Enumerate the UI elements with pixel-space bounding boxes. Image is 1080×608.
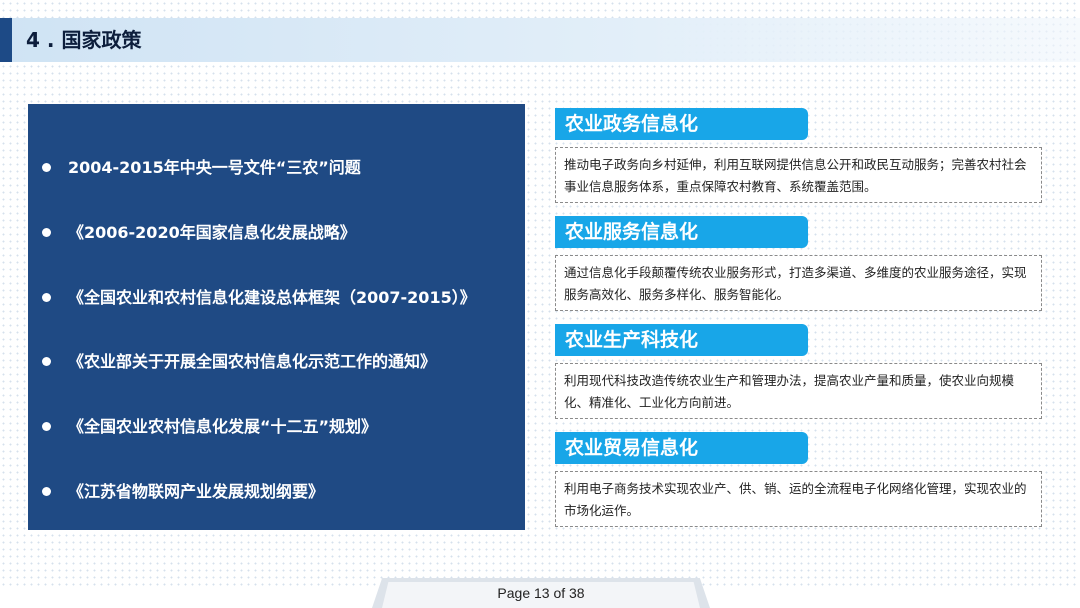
policy-item-label: 《江苏省物联网产业发展规划纲要》 bbox=[68, 482, 325, 501]
bullet-icon bbox=[42, 163, 51, 172]
policy-item-label: 《农业部关于开展全国农村信息化示范工作的通知》 bbox=[68, 352, 437, 371]
policy-item: 《全国农业和农村信息化建设总体框架（2007-2015）》 bbox=[42, 283, 476, 313]
category-label-service: 农业服务信息化 bbox=[555, 216, 808, 248]
category-label-production: 农业生产科技化 bbox=[555, 324, 808, 356]
policy-item: 《2006-2020年国家信息化发展战略》 bbox=[42, 218, 356, 248]
page-title: 4 . 国家政策 bbox=[26, 28, 142, 52]
category-description-government: 推动电子政务向乡村延伸，利用互联网提供信息公开和政民互动服务；完善农村社会事业信… bbox=[555, 147, 1042, 203]
bullet-icon bbox=[42, 357, 51, 366]
policy-item: 2004-2015年中央一号文件“三农”问题 bbox=[42, 153, 361, 183]
bullet-icon bbox=[42, 228, 51, 237]
category-description-production: 利用现代科技改造传统农业生产和管理办法，提高农业产量和质量，使农业向规模化、精准… bbox=[555, 363, 1042, 419]
category-label-trade: 农业贸易信息化 bbox=[555, 432, 808, 464]
page-number: Page 13 of 38 bbox=[497, 585, 585, 601]
header-accent-bar bbox=[0, 18, 12, 62]
policy-list-panel: 2004-2015年中央一号文件“三农”问题 《2006-2020年国家信息化发… bbox=[28, 104, 525, 530]
policy-item-label: 《2006-2020年国家信息化发展战略》 bbox=[68, 223, 356, 242]
policy-item-label: 2004-2015年中央一号文件“三农”问题 bbox=[68, 158, 361, 177]
header-band bbox=[0, 18, 1080, 62]
policy-item: 《全国农业农村信息化发展“十二五”规划》 bbox=[42, 412, 377, 442]
bullet-icon bbox=[42, 487, 51, 496]
policy-item-label: 《全国农业和农村信息化建设总体框架（2007-2015）》 bbox=[68, 288, 476, 307]
category-description-trade: 利用电子商务技术实现农业产、供、销、运的全流程电子化网络化管理，实现农业的市场化… bbox=[555, 471, 1042, 527]
policy-item: 《农业部关于开展全国农村信息化示范工作的通知》 bbox=[42, 347, 436, 377]
policy-item: 《江苏省物联网产业发展规划纲要》 bbox=[42, 477, 324, 507]
bullet-icon bbox=[42, 422, 51, 431]
policy-item-label: 《全国农业农村信息化发展“十二五”规划》 bbox=[68, 417, 378, 436]
category-description-service: 通过信息化手段颠覆传统农业服务形式，打造多渠道、多维度的农业服务途径，实现服务高… bbox=[555, 255, 1042, 311]
category-label-government: 农业政务信息化 bbox=[555, 108, 808, 140]
bullet-icon bbox=[42, 293, 51, 302]
